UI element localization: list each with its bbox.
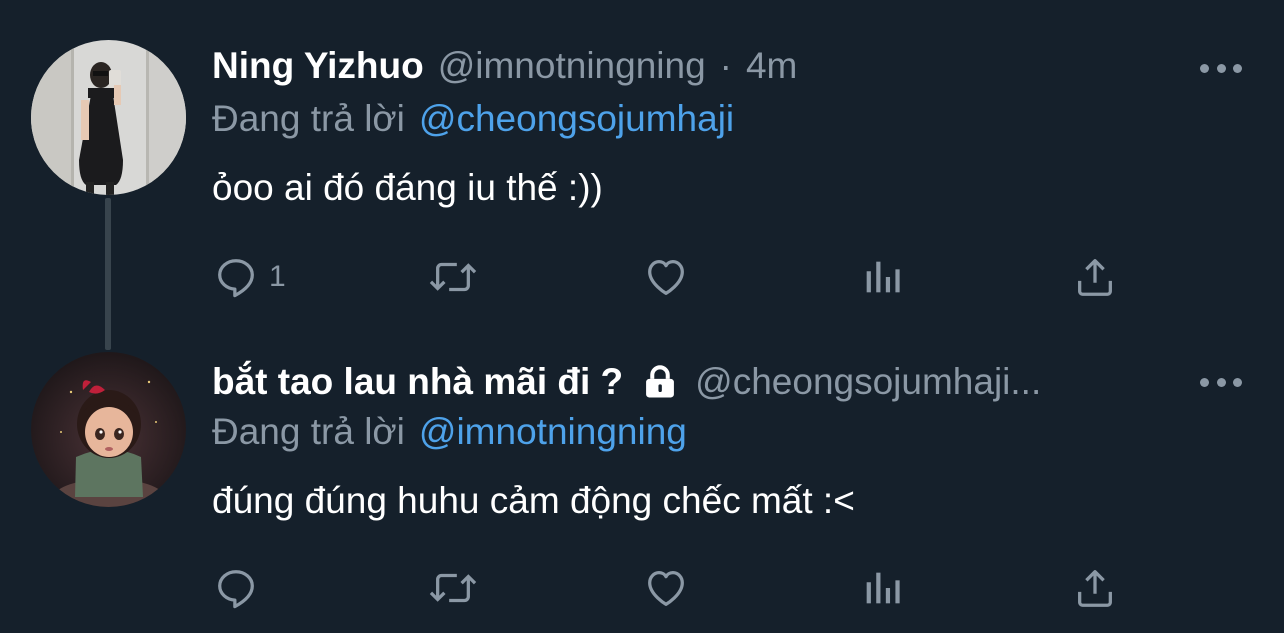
avatar[interactable] xyxy=(31,352,186,507)
tweet[interactable]: Ning Yizhuo @imnotningning · 4m Đang trả… xyxy=(0,0,1284,320)
reply-button[interactable] xyxy=(213,563,259,613)
retweet-icon xyxy=(425,254,481,300)
heart-icon xyxy=(642,254,690,300)
tweet-actions: 1 xyxy=(0,252,1284,302)
reply-icon xyxy=(213,565,259,611)
separator: · xyxy=(719,45,732,86)
tweet-text: ỏoo ai đó đáng iu thế :)) xyxy=(212,167,603,208)
more-icon[interactable] xyxy=(1200,58,1242,78)
like-button[interactable] xyxy=(642,563,690,613)
replying-to: Đang trả lời @imnotningning xyxy=(212,409,687,455)
share-icon xyxy=(1072,254,1118,300)
tweet-header: Ning Yizhuo @imnotningning · 4m xyxy=(212,41,797,91)
retweet-button[interactable] xyxy=(425,252,481,302)
user-handle[interactable]: @imnotningning xyxy=(438,45,706,87)
reply-button[interactable]: 1 xyxy=(213,252,286,302)
tweet-actions xyxy=(0,563,1284,613)
more-icon[interactable] xyxy=(1200,372,1242,392)
replying-to-handle[interactable]: @imnotningning xyxy=(419,411,687,453)
analytics-icon xyxy=(860,565,904,611)
analytics-button[interactable] xyxy=(860,252,904,302)
share-button[interactable] xyxy=(1072,563,1118,613)
replying-to-label: Đang trả lời xyxy=(212,411,405,452)
retweet-icon xyxy=(425,565,481,611)
retweet-button[interactable] xyxy=(425,563,481,613)
reply-count: 1 xyxy=(269,260,286,293)
heart-icon xyxy=(642,565,690,611)
like-button[interactable] xyxy=(642,252,690,302)
reply-icon xyxy=(213,254,259,300)
avatar[interactable] xyxy=(31,40,186,195)
analytics-icon xyxy=(860,254,904,300)
user-handle[interactable]: @cheongsojumhaji... xyxy=(695,361,1041,403)
display-name[interactable]: Ning Yizhuo xyxy=(212,45,424,87)
share-button[interactable] xyxy=(1072,252,1118,302)
analytics-button[interactable] xyxy=(860,563,904,613)
lock-icon xyxy=(641,365,679,399)
tweet-header: bắt tao lau nhà mãi đi ? @cheongsojumhaj… xyxy=(212,357,1041,407)
share-icon xyxy=(1072,565,1118,611)
tweet[interactable]: bắt tao lau nhà mãi đi ? @cheongsojumhaj… xyxy=(0,330,1284,633)
display-name[interactable]: bắt tao lau nhà mãi đi ? xyxy=(212,361,623,403)
timestamp[interactable]: 4m xyxy=(746,45,797,87)
replying-to-handle[interactable]: @cheongsojumhaji xyxy=(419,98,734,140)
tweet-text: đúng đúng huhu cảm động chếc mất :< xyxy=(212,480,855,521)
replying-to-label: Đang trả lời xyxy=(212,98,405,139)
replying-to: Đang trả lời @cheongsojumhaji xyxy=(212,96,734,142)
